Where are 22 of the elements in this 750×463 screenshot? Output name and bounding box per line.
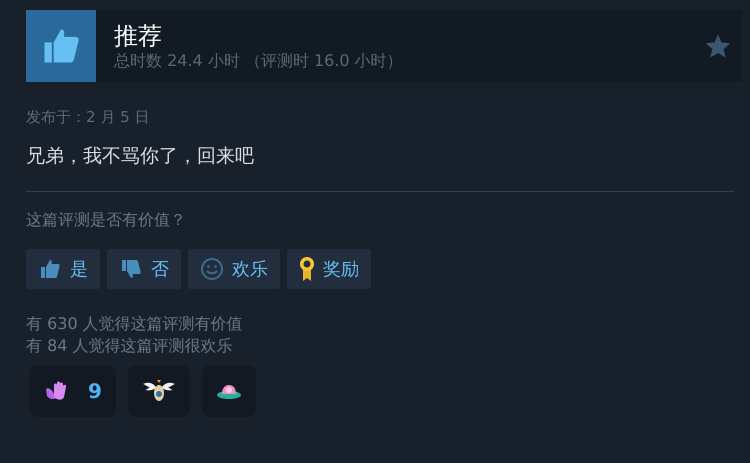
award-badge[interactable] — [128, 365, 190, 417]
vote-button[interactable]: 否 — [107, 249, 181, 289]
smiley-icon — [200, 257, 224, 281]
vote-button[interactable]: 欢乐 — [188, 249, 280, 289]
ufo-icon — [216, 382, 242, 400]
verdict-title: 推荐 — [114, 20, 163, 50]
winged-medal-icon — [142, 378, 176, 404]
helpful-question: 这篇评测是否有价值？ — [26, 210, 187, 231]
award-button[interactable]: 奖励 — [287, 249, 371, 289]
award-badge[interactable] — [202, 365, 256, 417]
thumbs-down-icon — [119, 257, 143, 281]
thumbs-up-icon — [38, 257, 62, 281]
award-count: 9 — [88, 379, 102, 403]
playtime-text: 总时数 24.4 小时 （评测时 16.0 小时） — [114, 50, 404, 72]
vote-count-text: 有 84 人觉得这篇评测很欢乐 — [26, 335, 234, 357]
medal-icon — [299, 256, 315, 282]
vote-button[interactable]: 是 — [26, 249, 100, 289]
award-badge[interactable]: 9 — [30, 365, 116, 417]
posted-date: 发布于：2 月 5 日 — [26, 108, 150, 127]
review-text: 兄弟，我不骂你了，回来吧 — [26, 144, 255, 169]
vote-count-text: 有 630 人觉得这篇评测有价值 — [26, 313, 244, 335]
star-icon[interactable] — [704, 32, 732, 60]
